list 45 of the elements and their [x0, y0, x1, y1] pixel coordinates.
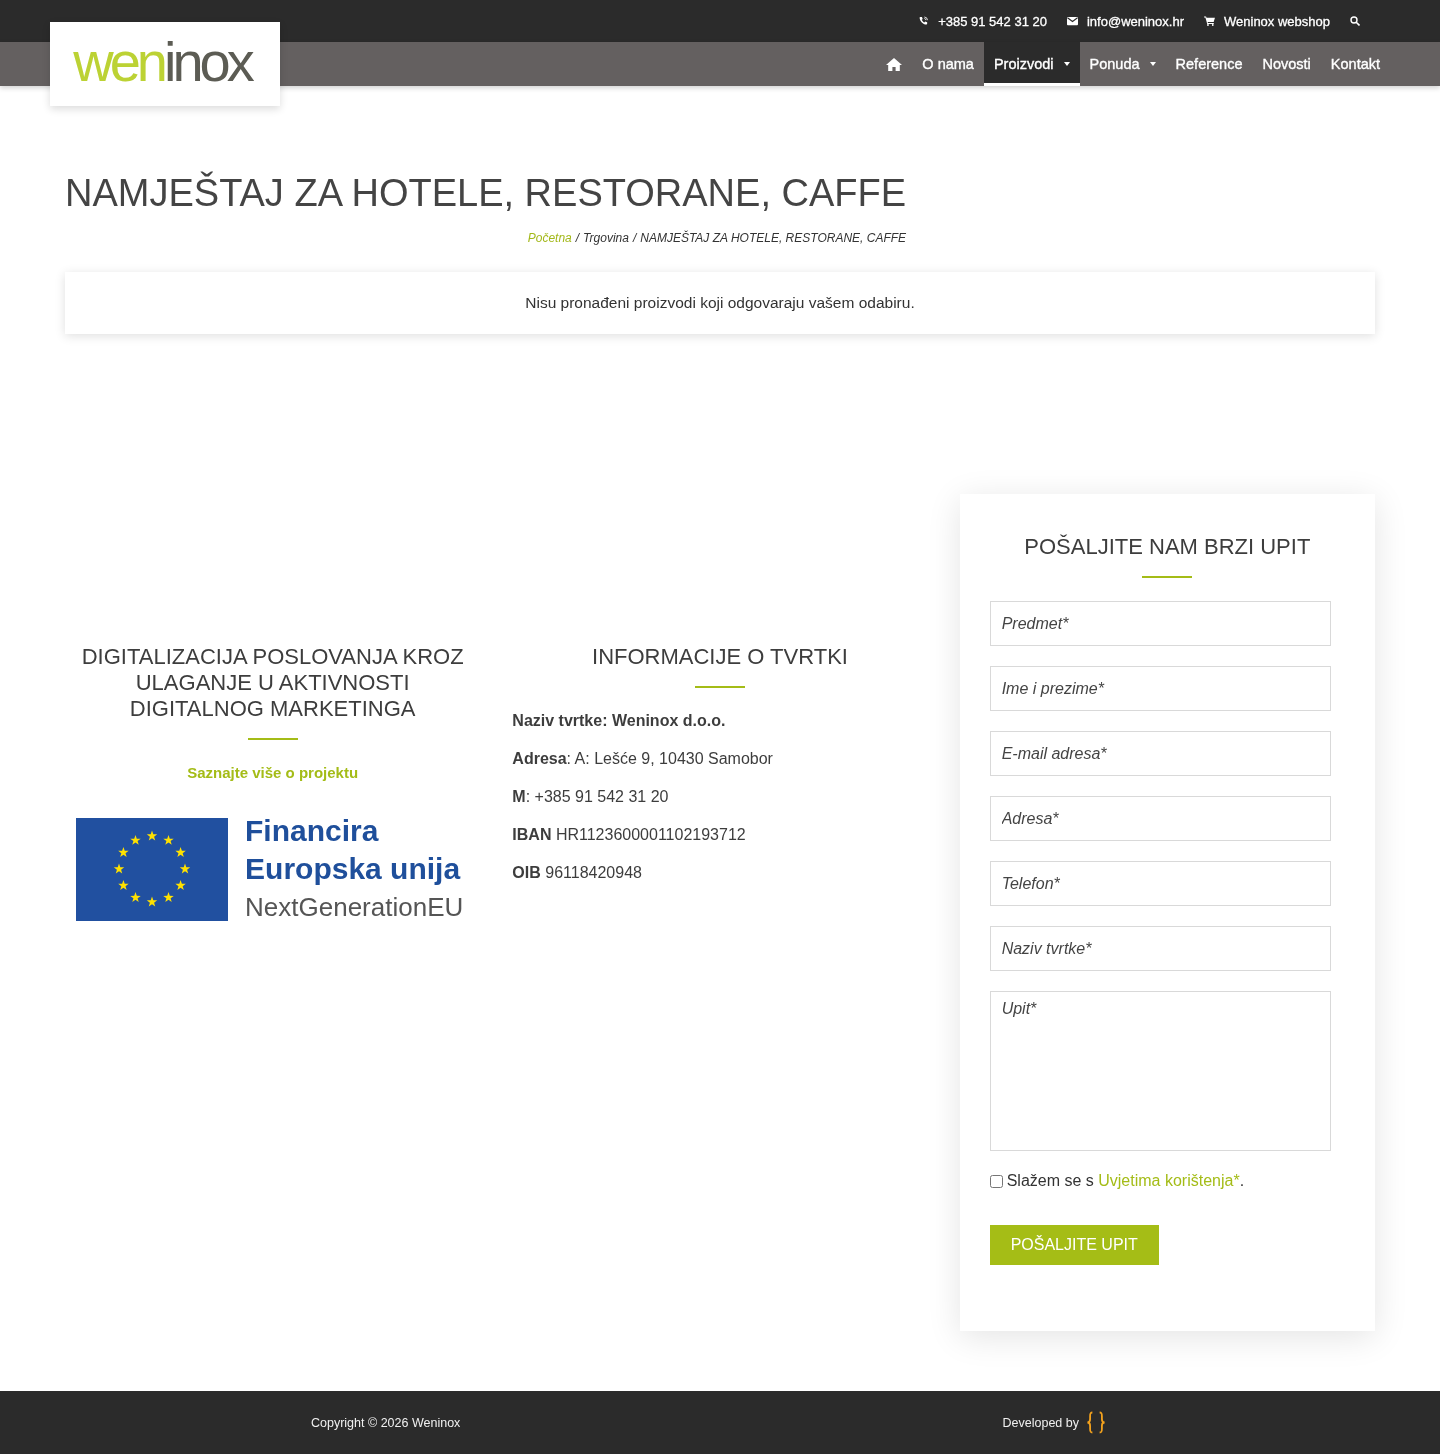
cart-icon — [1204, 16, 1215, 26]
form-heading: POŠALJITE NAM BRZI UPIT — [1024, 534, 1311, 560]
input-field[interactable]: Predmet* — [989, 601, 1331, 646]
breadcrumb-item: NAMJEŠTAJ ZA HOTELE, RESTORANE, CAFFE — [640, 230, 907, 246]
copyright-text: Copyright © 2026 Weninox — [311, 1415, 461, 1430]
company-info-text: Adresa: A: Lešće 9, 10430 Samobor — [512, 749, 774, 769]
consent-text: Slažem se s Uvjetima korištenja*. — [1006, 1171, 1245, 1191]
webshop-link[interactable]: Weninox webshop — [1204, 13, 1330, 29]
nav-link[interactable]: Ponuda — [1079, 42, 1166, 86]
funding-text: NextGenerationEU — [245, 891, 464, 924]
company-info-text: Naziv tvrtke: Weninox d.o.o. — [512, 711, 727, 731]
input-field[interactable]: Adresa* — [989, 796, 1331, 841]
phone-icon — [918, 16, 930, 26]
email-link[interactable]: info@weninox.hr — [1066, 13, 1184, 29]
home-icon — [886, 57, 903, 71]
funding-text: Europska unija — [245, 851, 462, 887]
breadcrumb-separator: / — [575, 230, 580, 246]
developer-credit: Developed by — [1002, 1415, 1079, 1430]
nav-link[interactable]: Proizvodi — [983, 42, 1080, 86]
section-heading: DIGITALIZACIJA POSLOVANJA KROZ ULAGANJE U AKTIVNOSTI DIGITALNOG MARKETINGA — [80, 644, 465, 722]
consent-checkbox[interactable] — [989, 1174, 1003, 1188]
envelope-icon — [1066, 16, 1078, 26]
site-logo[interactable]: weninox — [50, 22, 280, 106]
nav-link[interactable]: Reference — [1165, 42, 1253, 86]
section-heading: INFORMACIJE O TVRTKI — [592, 644, 848, 670]
company-info-text: M: +385 91 542 31 20 — [512, 787, 670, 807]
funding-text: Financira — [245, 813, 380, 849]
braces-icon — [1086, 1411, 1106, 1434]
nav-link[interactable]: Novosti — [1252, 42, 1321, 86]
search-button[interactable] — [1350, 16, 1360, 26]
input-field[interactable]: Ime i prezime* — [989, 666, 1331, 711]
page-title: NAMJEŠTAJ ZA HOTELE, RESTORANE, CAFFE — [65, 170, 907, 216]
phone-link[interactable]: +385 91 542 31 20 — [918, 13, 1047, 29]
nav-link[interactable]: O nama — [912, 42, 984, 86]
company-info-text: OIB 96118420948 — [512, 863, 643, 883]
notice-message: Nisu pronađeni proizvodi koji odgovaraju vašem odabiru. — [65, 272, 1375, 334]
input-field[interactable]: E-mail adresa* — [989, 731, 1331, 776]
search-icon — [1350, 16, 1360, 26]
input-field[interactable]: Naziv tvrtke* — [989, 926, 1331, 971]
breadcrumb-separator: / — [632, 230, 637, 246]
nav-link[interactable]: Kontakt — [1320, 42, 1390, 86]
company-info-text: IBAN HR1123600001102193712 — [512, 825, 747, 845]
breadcrumb-item: Trgovina — [583, 230, 629, 246]
message-field[interactable]: Upit* — [989, 991, 1331, 1151]
input-field[interactable]: Telefon* — [989, 861, 1331, 906]
